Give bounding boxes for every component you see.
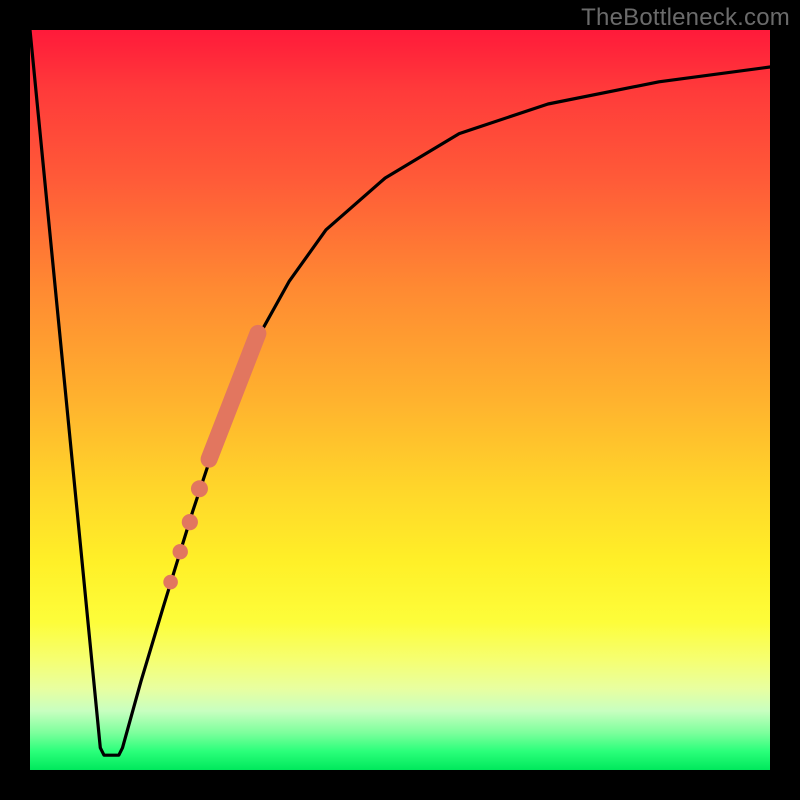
plot-area: [30, 30, 770, 770]
curve-layer: [30, 30, 770, 770]
highlight-dot: [163, 575, 178, 590]
bottleneck-curve: [30, 30, 770, 755]
chart-frame: TheBottleneck.com: [0, 0, 800, 800]
highlight-segment: [209, 333, 258, 459]
highlight-dot: [182, 514, 198, 530]
highlight-markers: [163, 333, 258, 589]
highlight-dot: [173, 544, 188, 559]
watermark-text: TheBottleneck.com: [581, 4, 790, 32]
highlight-dot: [191, 480, 208, 497]
